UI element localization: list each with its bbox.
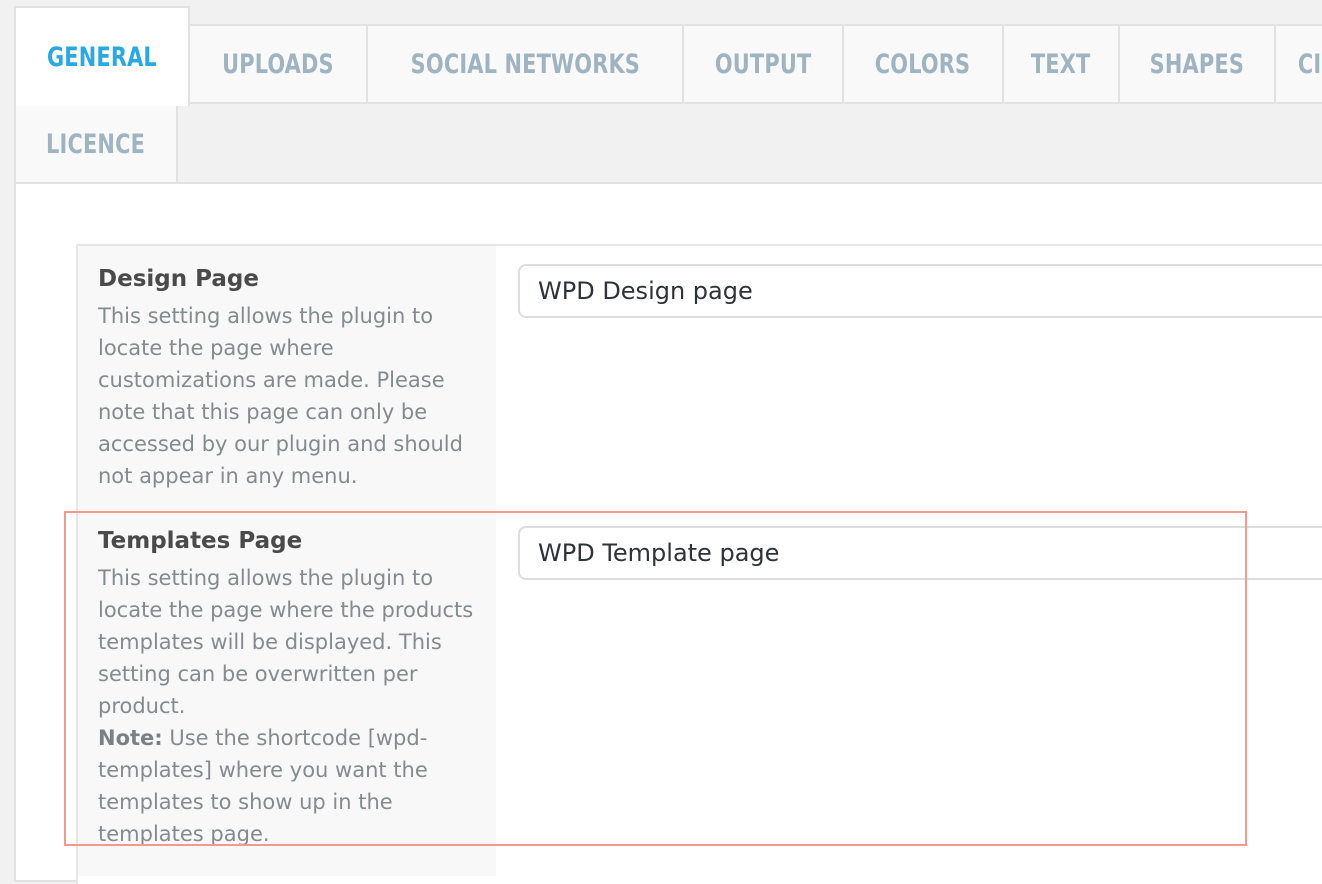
tab-shapes[interactable]: SHAPES — [1118, 24, 1276, 104]
templates-page-select[interactable] — [518, 526, 1322, 580]
tab-output[interactable]: OUTPUT — [682, 24, 844, 104]
templates-page-description: This setting allows the plugin to locate… — [98, 562, 483, 850]
tab-social-networks[interactable]: SOCIAL NETWORKS — [366, 24, 684, 104]
templates-page-note-label: Note: — [98, 726, 163, 750]
tab-licence[interactable]: LICENCE — [14, 104, 178, 184]
tab-truncated[interactable]: CI — [1274, 24, 1322, 104]
tab-general[interactable]: GENERAL — [14, 6, 190, 106]
templates-page-title: Templates Page — [98, 528, 303, 554]
design-page-description: This setting allows the plugin to locate… — [98, 304, 463, 488]
templates-page-description-text: This setting allows the plugin to locate… — [98, 566, 474, 718]
tab-text[interactable]: TEXT — [1002, 24, 1120, 104]
tab-colors[interactable]: COLORS — [842, 24, 1004, 104]
settings-tab-bar: GENERAL UPLOADS SOCIAL NETWORKS OUTPUT C… — [0, 0, 1322, 184]
design-page-title: Design Page — [98, 266, 259, 292]
design-page-select[interactable] — [518, 264, 1322, 318]
tab-uploads[interactable]: UPLOADS — [188, 24, 368, 104]
